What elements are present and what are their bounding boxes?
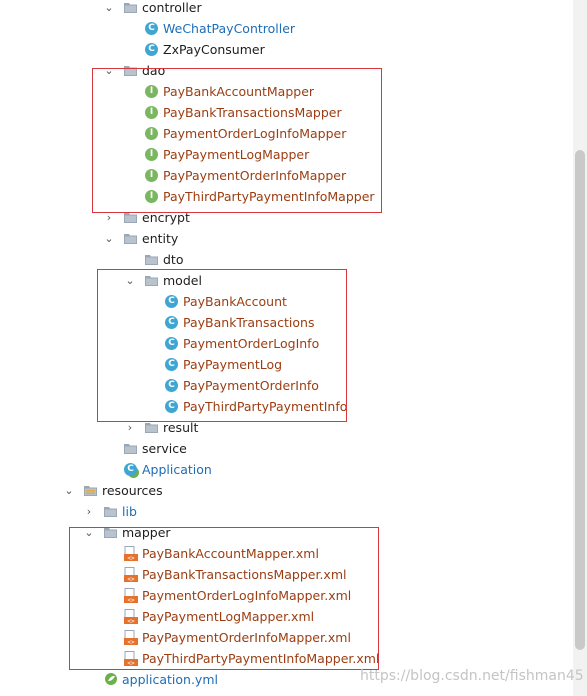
tree-label: controller — [142, 0, 202, 15]
tree-label: lib — [122, 503, 137, 519]
folder-icon — [104, 506, 117, 517]
tree-folder-encrypt[interactable]: encrypt — [124, 207, 190, 227]
tree-label: result — [163, 419, 199, 435]
tree-label: resources — [102, 482, 163, 498]
highlight-box-model — [97, 269, 347, 422]
chevron-right-icon[interactable]: › — [82, 501, 96, 521]
class-icon: C — [145, 21, 158, 35]
folder-icon — [124, 443, 137, 454]
tree-item-class[interactable]: C WeChatPayController — [145, 18, 295, 38]
tree-folder-lib[interactable]: lib — [104, 501, 137, 521]
tree-item-application[interactable]: C Application — [124, 459, 212, 479]
folder-icon — [124, 233, 137, 244]
yml-file-icon — [105, 673, 117, 685]
tree-folder-controller[interactable]: controller — [124, 0, 202, 17]
folder-icon — [145, 422, 158, 433]
tree-label: WeChatPayController — [163, 20, 296, 36]
tree-label: service — [142, 440, 187, 456]
folder-icon — [145, 254, 158, 265]
tree-folder-service[interactable]: service — [124, 438, 187, 458]
tree-folder-result[interactable]: result — [145, 417, 198, 437]
chevron-down-icon[interactable]: ⌄ — [102, 0, 116, 17]
tree-label: application.yml — [122, 671, 218, 687]
chevron-down-icon[interactable]: ⌄ — [62, 480, 76, 500]
highlight-box-mapper — [69, 527, 379, 670]
tree-label: dto — [163, 251, 184, 267]
scrollbar-thumb[interactable] — [575, 150, 585, 650]
spring-application-icon: C — [124, 462, 137, 476]
tree-folder-entity[interactable]: entity — [124, 228, 178, 248]
tree-label: entity — [142, 230, 179, 246]
folder-icon — [84, 485, 97, 496]
tree-label: ZxPayConsumer — [163, 41, 265, 57]
chevron-right-icon[interactable]: › — [102, 207, 116, 227]
chevron-right-icon[interactable]: › — [123, 417, 137, 437]
tree-label: Application — [142, 461, 212, 477]
highlight-box-dao — [92, 68, 382, 213]
tree-label: encrypt — [142, 209, 190, 225]
folder-icon — [124, 2, 137, 13]
folder-icon — [124, 212, 137, 223]
class-icon: C — [145, 42, 158, 56]
watermark: https://blog.csdn.net/fishman45 — [360, 668, 584, 684]
tree-item-class[interactable]: C ZxPayConsumer — [145, 39, 265, 59]
tree-item-yml[interactable]: application.yml — [104, 669, 218, 689]
tree-folder-dto[interactable]: dto — [145, 249, 183, 269]
chevron-down-icon[interactable]: ⌄ — [102, 228, 116, 248]
tree-folder-resources[interactable]: resources — [84, 480, 163, 500]
